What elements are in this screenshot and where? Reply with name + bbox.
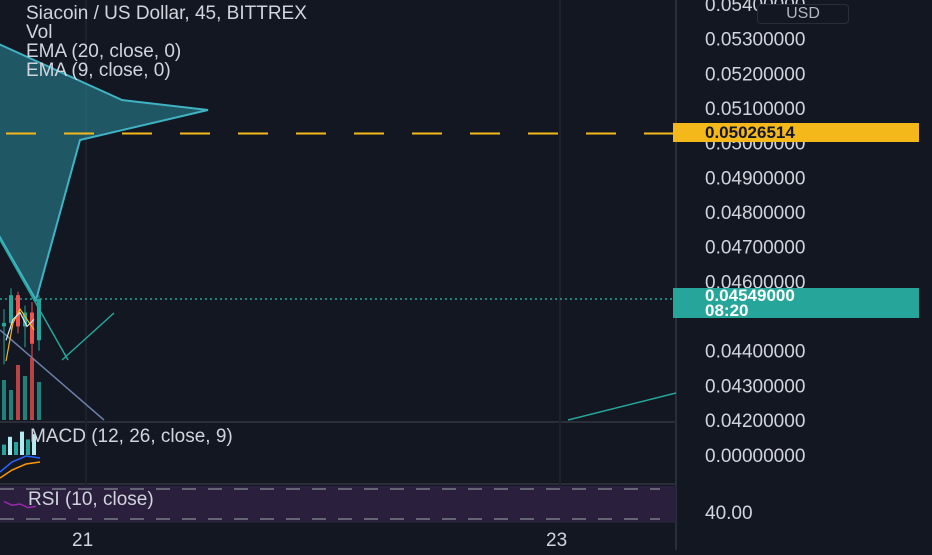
- price-tick-label: 0.04700000: [705, 238, 805, 259]
- legend-vol[interactable]: Vol: [26, 23, 307, 42]
- price-tick-label: 0.05100000: [705, 99, 805, 120]
- volume-bar: [30, 358, 34, 420]
- candle-body: [2, 322, 6, 327]
- trend-line: [0, 329, 105, 421]
- volume-bar: [9, 390, 13, 420]
- macd-histogram-bar: [14, 442, 18, 455]
- price-tick-label: 0.05300000: [705, 30, 805, 51]
- price-tick-label: 0.04200000: [705, 411, 805, 432]
- chart-area[interactable]: 0.05400000 0.05300000 0.05200000 0.05100000…: [0, 0, 932, 551]
- candle-body: [9, 295, 13, 323]
- macd-tick-label: 0.00000000: [705, 446, 805, 467]
- volume-bar: [23, 376, 27, 420]
- time-tick-label: 21: [72, 530, 93, 550]
- price-tick-label: 0.04400000: [705, 342, 805, 363]
- legend-ema-20[interactable]: EMA (20, close, 0): [26, 42, 307, 61]
- dashed-level-price: 0.05026514: [705, 123, 795, 142]
- volume-bar: [16, 365, 20, 420]
- macd-line: [0, 455, 41, 473]
- volume-bar: [2, 380, 6, 420]
- rsi-label[interactable]: RSI (10, close): [28, 489, 154, 511]
- macd-signal-line: [0, 461, 41, 479]
- macd-histogram-bar: [20, 431, 24, 455]
- price-tick-label: 0.04900000: [705, 168, 805, 189]
- price-tick-label: 0.05200000: [705, 64, 805, 85]
- trend-line: [61, 312, 115, 361]
- legend-ema-9[interactable]: EMA (9, close, 0): [26, 61, 307, 80]
- price-tick-label: 0.04300000: [705, 376, 805, 397]
- volume-bar: [37, 382, 41, 420]
- rsi-tick-label: 40.00: [705, 503, 753, 524]
- macd-histogram-bar: [8, 436, 12, 455]
- chart-legend: Siacoin / US Dollar, 45, BITTREX Vol EMA…: [26, 4, 307, 80]
- price-tick-label: 0.04800000: [705, 203, 805, 224]
- dashed-level-price-badge: 0.05026514: [673, 123, 919, 142]
- time-tick-label: 23: [546, 530, 567, 550]
- chart-canvas[interactable]: 0.054000000.053000000.052000000.05100000…: [0, 0, 932, 551]
- last-price-badge: 0.04549000 08:20: [673, 287, 919, 320]
- symbol-title[interactable]: Siacoin / US Dollar, 45, BITTREX: [26, 4, 307, 23]
- currency-button[interactable]: USD: [757, 4, 849, 24]
- macd-label[interactable]: MACD (12, 26, close, 9): [30, 426, 233, 448]
- bar-countdown: 08:20: [705, 301, 749, 320]
- macd-histogram-bar: [2, 444, 6, 455]
- candle-body: [37, 299, 41, 341]
- trend-line: [567, 392, 677, 421]
